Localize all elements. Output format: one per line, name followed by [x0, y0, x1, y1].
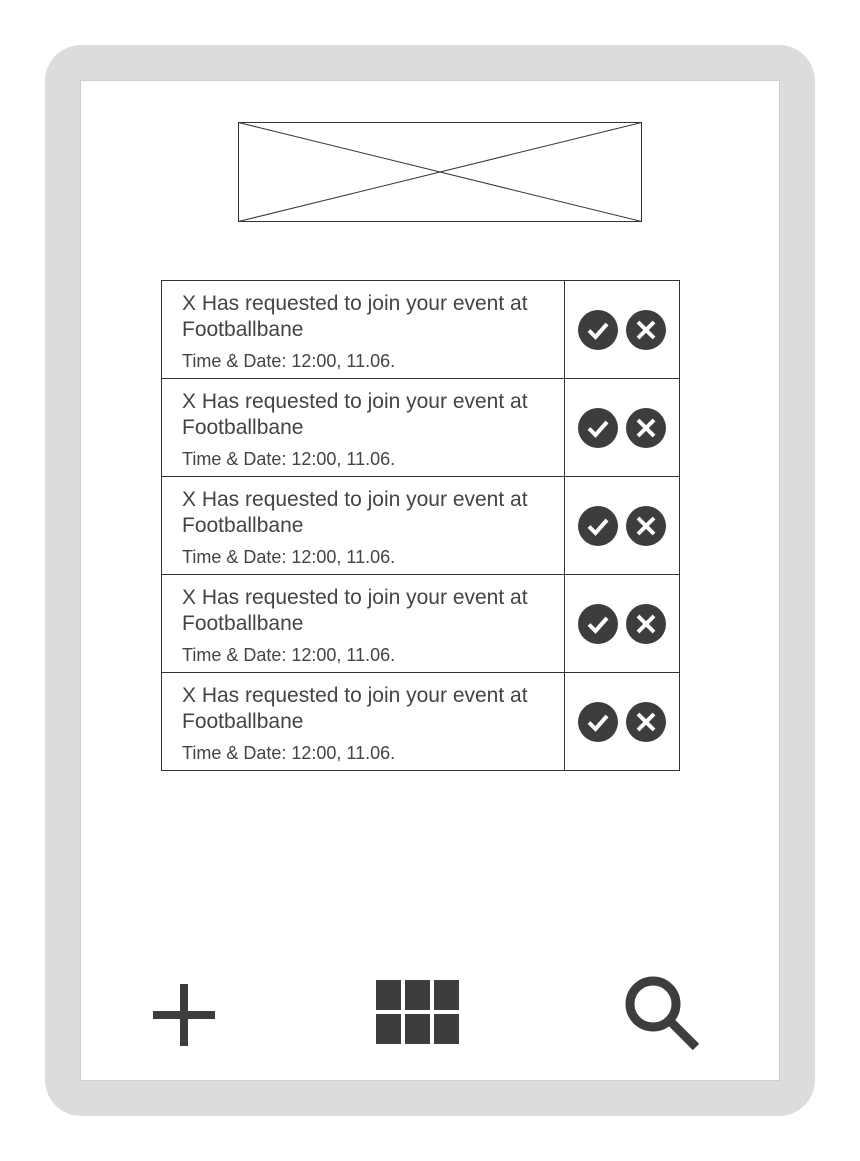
- accept-button[interactable]: [578, 701, 618, 742]
- check-icon: [587, 518, 609, 536]
- request-title: X Has requested to join your event at Fo…: [182, 684, 528, 733]
- check-icon: [587, 420, 609, 438]
- accept-button[interactable]: [578, 505, 618, 546]
- screen: X Has requested to join your event at Fo…: [80, 80, 780, 1081]
- request-title: X Has requested to join your event at Fo…: [182, 292, 528, 341]
- decline-button[interactable]: [626, 309, 666, 350]
- plus-icon: [153, 984, 215, 1046]
- check-icon: [587, 714, 609, 732]
- request-text-cell: X Has requested to join your event at Fo…: [162, 673, 565, 770]
- request-list: X Has requested to join your event at Fo…: [161, 280, 680, 771]
- request-text-cell: X Has requested to join your event at Fo…: [162, 477, 565, 574]
- accept-button[interactable]: [578, 309, 618, 350]
- close-icon: [636, 418, 656, 437]
- close-icon: [636, 712, 656, 731]
- request-text-cell: X Has requested to join your event at Fo…: [162, 575, 565, 672]
- request-text-cell: X Has requested to join your event at Fo…: [162, 281, 565, 378]
- request-row: X Has requested to join your event at Fo…: [161, 280, 680, 379]
- search-button[interactable]: [625, 976, 701, 1057]
- decline-button[interactable]: [626, 603, 666, 644]
- request-time: Time & Date: 12:00, 11.06.: [182, 547, 396, 567]
- decline-button[interactable]: [626, 505, 666, 546]
- add-button[interactable]: [153, 984, 215, 1051]
- request-row: X Has requested to join your event at Fo…: [161, 379, 680, 477]
- request-title: X Has requested to join your event at Fo…: [182, 390, 528, 439]
- request-actions: [565, 673, 679, 770]
- request-title: X Has requested to join your event at Fo…: [182, 586, 528, 635]
- request-row: X Has requested to join your event at Fo…: [161, 673, 680, 771]
- request-actions: [565, 575, 679, 672]
- device-frame: X Has requested to join your event at Fo…: [45, 45, 815, 1116]
- request-row: X Has requested to join your event at Fo…: [161, 575, 680, 673]
- close-icon: [636, 614, 656, 633]
- request-title: X Has requested to join your event at Fo…: [182, 488, 528, 537]
- bottom-nav: [81, 971, 781, 1051]
- accept-button[interactable]: [578, 603, 618, 644]
- search-icon: [625, 976, 700, 1051]
- decline-button[interactable]: [626, 701, 666, 742]
- request-time: Time & Date: 12:00, 11.06.: [182, 743, 396, 763]
- grid-button[interactable]: [376, 980, 460, 1049]
- request-actions: [565, 477, 679, 574]
- accept-button[interactable]: [578, 407, 618, 448]
- check-icon: [587, 322, 609, 340]
- request-time: Time & Date: 12:00, 11.06.: [182, 449, 396, 469]
- request-text-cell: X Has requested to join your event at Fo…: [162, 379, 565, 476]
- request-time: Time & Date: 12:00, 11.06.: [182, 351, 396, 371]
- request-actions: [565, 379, 679, 476]
- request-actions: [565, 281, 679, 378]
- grid-icon: [376, 980, 459, 1044]
- decline-button[interactable]: [626, 407, 666, 448]
- request-time: Time & Date: 12:00, 11.06.: [182, 645, 396, 665]
- image-placeholder: [238, 122, 642, 222]
- request-row: X Has requested to join your event at Fo…: [161, 477, 680, 575]
- close-icon: [636, 320, 656, 339]
- check-icon: [587, 616, 609, 634]
- close-icon: [636, 516, 656, 535]
